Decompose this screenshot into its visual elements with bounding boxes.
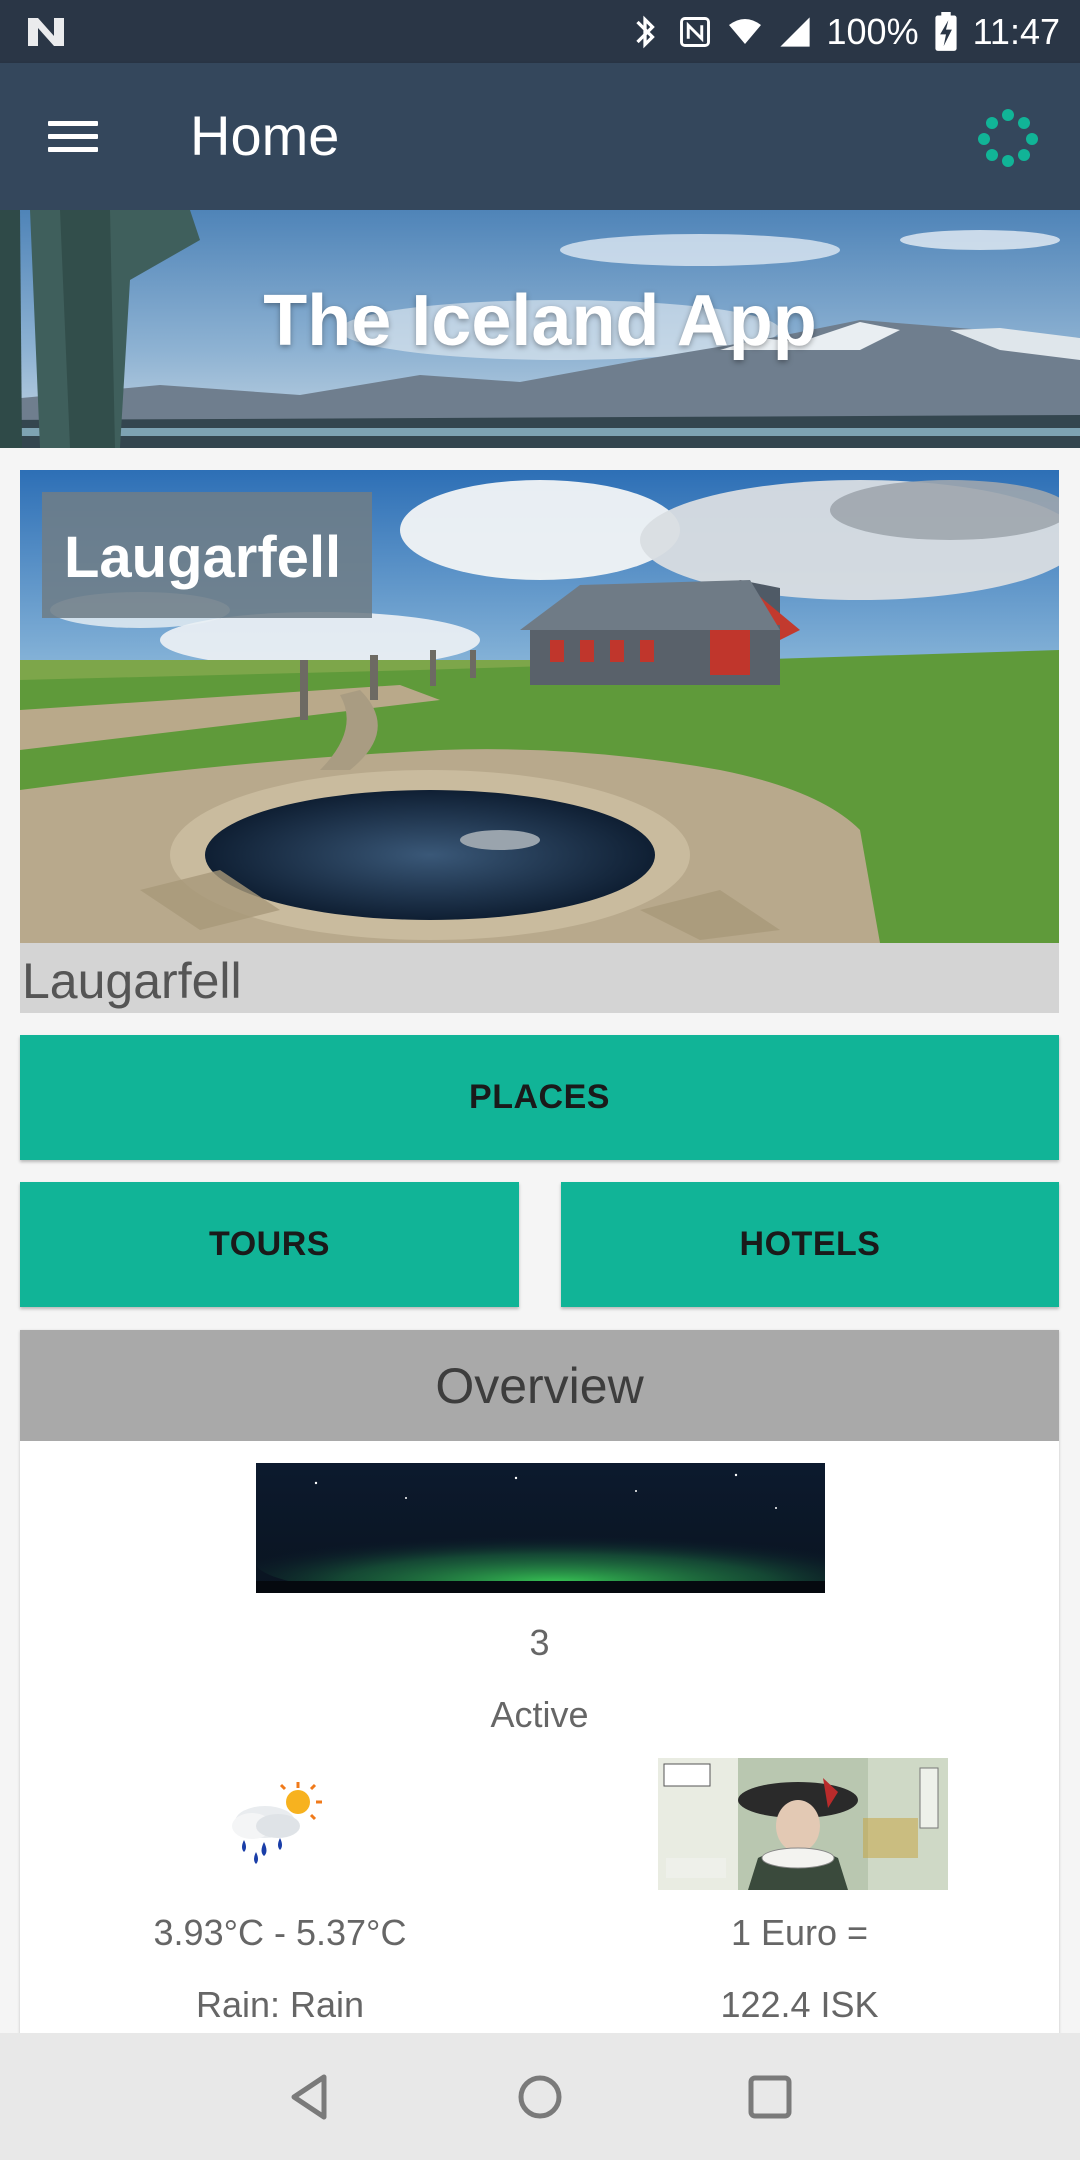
wifi-icon — [728, 18, 761, 44]
clock-time: 11:47 — [972, 10, 1060, 52]
temperature-range: 3.93°C - 5.37°C — [153, 1912, 407, 1953]
n-logo-icon — [28, 18, 64, 46]
back-icon[interactable] — [276, 2063, 344, 2131]
status-bar: 100% 11:47 — [0, 0, 1080, 63]
nfc-icon — [679, 16, 710, 47]
system-navigation-bar — [0, 2033, 1080, 2160]
tours-button[interactable]: TOURS — [20, 1182, 519, 1307]
banknote-image — [658, 1758, 948, 1890]
home-icon[interactable] — [506, 2063, 574, 2131]
hamburger-menu-icon[interactable] — [38, 109, 110, 165]
battery-charging-icon — [934, 11, 957, 51]
banner-title: The Iceland App — [263, 281, 817, 361]
places-button[interactable]: PLACES — [20, 1035, 1059, 1160]
weather-description: Rain: Rain — [195, 1984, 365, 2025]
page-title: Home — [190, 104, 340, 167]
bluetooth-icon — [635, 15, 655, 48]
recent-apps-icon[interactable] — [736, 2063, 804, 2131]
currency-euro-label: 1 Euro = — [730, 1912, 869, 1953]
aurora-kp-value: 3 — [529, 1622, 550, 1663]
overview-title: Overview — [20, 1330, 1059, 1441]
featured-place-image[interactable]: Laugarfell — [20, 470, 1059, 943]
battery-percent: 100% — [826, 10, 919, 52]
featured-overlay-title: Laugarfell — [64, 525, 342, 590]
featured-place-card[interactable]: Laugarfell Laugarfell — [20, 470, 1059, 1013]
hotels-button[interactable]: HOTELS — [561, 1182, 1059, 1307]
app-bar: Home — [0, 63, 1080, 210]
featured-title-overlay: Laugarfell — [42, 492, 372, 618]
rain-sun-weather-icon — [232, 1782, 322, 1864]
hero-banner: The Iceland App — [0, 210, 1080, 448]
currency-isk-value: 122.4 ISK — [720, 1984, 879, 2025]
dots-circle-icon[interactable] — [976, 105, 1040, 169]
aurora-image — [256, 1463, 825, 1593]
aurora-status: Active — [490, 1694, 589, 1735]
signal-icon — [779, 16, 810, 47]
featured-caption: Laugarfell — [22, 953, 242, 1009]
